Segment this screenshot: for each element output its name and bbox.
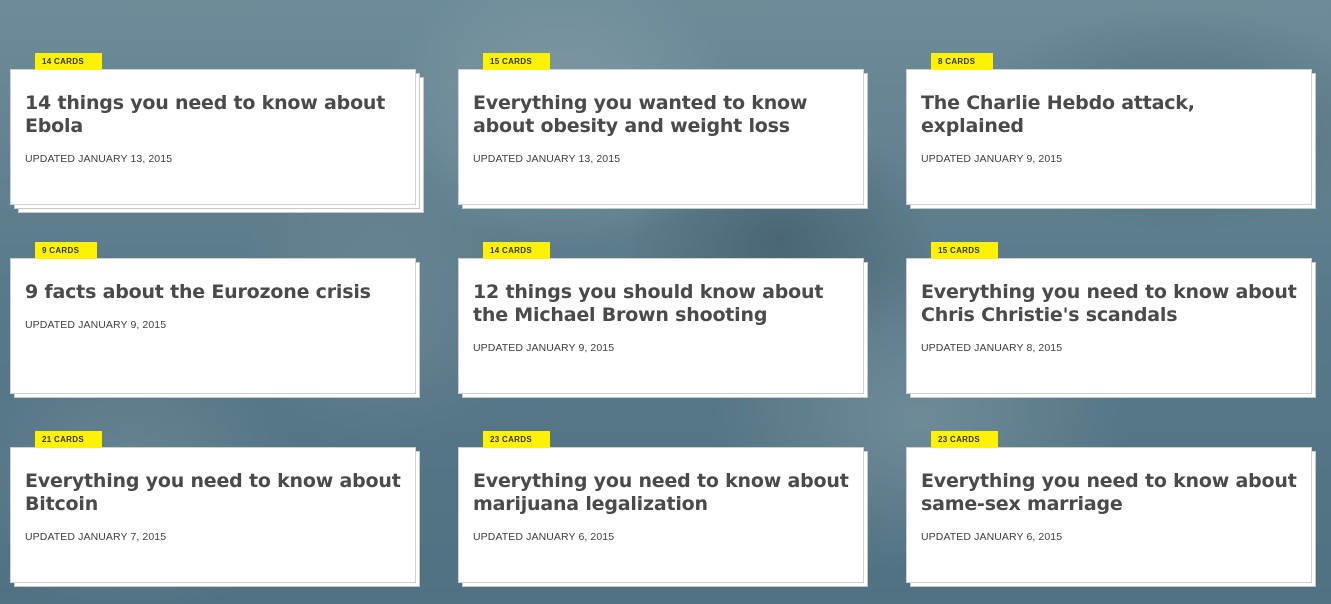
card-updated-date: UPDATED JANUARY 6, 2015 xyxy=(473,531,615,543)
card-count-badge: 8 CARDS xyxy=(931,53,994,70)
card-title[interactable]: Everything you need to know about Chris … xyxy=(921,281,1297,327)
card-updated-date: UPDATED JANUARY 6, 2015 xyxy=(921,531,1063,543)
card-title[interactable]: Everything you need to know about same-s… xyxy=(921,470,1297,516)
card-updated-date: UPDATED JANUARY 9, 2015 xyxy=(921,153,1063,165)
card-title[interactable]: Everything you need to know about Bitcoi… xyxy=(25,470,401,516)
card[interactable]: 8 CARDS The Charlie Hebdo attack, explai… xyxy=(906,53,1312,205)
card-stack-chris-christie[interactable]: 15 CARDS Everything you need to know abo… xyxy=(906,242,1316,398)
card-count-badge: 21 CARDS xyxy=(35,431,102,448)
card[interactable]: 23 CARDS Everything you need to know abo… xyxy=(458,431,864,583)
card-title[interactable]: 14 things you need to know about Ebola xyxy=(25,92,401,138)
card-updated-date: UPDATED JANUARY 13, 2015 xyxy=(25,153,173,165)
card-count-badge: 23 CARDS xyxy=(483,431,550,448)
card-title[interactable]: Everything you need to know about mariju… xyxy=(473,470,849,516)
card[interactable]: 21 CARDS Everything you need to know abo… xyxy=(10,431,416,583)
card-title[interactable]: The Charlie Hebdo attack, explained xyxy=(921,92,1297,138)
card-stack-eurozone[interactable]: 9 CARDS 9 facts about the Eurozone crisi… xyxy=(10,242,420,398)
card-updated-date: UPDATED JANUARY 9, 2015 xyxy=(25,319,167,331)
card[interactable]: 15 CARDS Everything you wanted to know a… xyxy=(458,53,864,205)
card-count-badge: 14 CARDS xyxy=(483,242,550,259)
card-stack-same-sex-marriage[interactable]: 23 CARDS Everything you need to know abo… xyxy=(906,431,1316,587)
card-stack-charlie-hebdo[interactable]: 8 CARDS The Charlie Hebdo attack, explai… xyxy=(906,53,1316,209)
card-updated-date: UPDATED JANUARY 13, 2015 xyxy=(473,153,621,165)
card-stack-bitcoin[interactable]: 21 CARDS Everything you need to know abo… xyxy=(10,431,420,587)
card-updated-date: UPDATED JANUARY 9, 2015 xyxy=(473,342,615,354)
card-count-badge: 15 CARDS xyxy=(483,53,550,70)
card[interactable]: 9 CARDS 9 facts about the Eurozone crisi… xyxy=(10,242,416,394)
card-stack-marijuana[interactable]: 23 CARDS Everything you need to know abo… xyxy=(458,431,868,587)
card[interactable]: 15 CARDS Everything you need to know abo… xyxy=(906,242,1312,394)
card[interactable]: 23 CARDS Everything you need to know abo… xyxy=(906,431,1312,583)
card-count-badge: 15 CARDS xyxy=(931,242,998,259)
card-count-badge: 23 CARDS xyxy=(931,431,998,448)
card-stack-ebola[interactable]: 14 CARDS 14 things you need to know abou… xyxy=(10,53,424,213)
card-stack-michael-brown[interactable]: 14 CARDS 12 things you should know about… xyxy=(458,242,868,398)
card-updated-date: UPDATED JANUARY 8, 2015 xyxy=(921,342,1063,354)
card[interactable]: 14 CARDS 14 things you need to know abou… xyxy=(10,53,416,205)
card-title[interactable]: 12 things you should know about the Mich… xyxy=(473,281,849,327)
card-count-badge: 14 CARDS xyxy=(35,53,102,70)
card-count-badge: 9 CARDS xyxy=(35,242,98,259)
card-title[interactable]: 9 facts about the Eurozone crisis xyxy=(25,281,401,304)
card-updated-date: UPDATED JANUARY 7, 2015 xyxy=(25,531,167,543)
card-stack-grid: 14 CARDS 14 things you need to know abou… xyxy=(0,0,1331,604)
card[interactable]: 14 CARDS 12 things you should know about… xyxy=(458,242,864,394)
card-title[interactable]: Everything you wanted to know about obes… xyxy=(473,92,849,138)
card-stack-obesity[interactable]: 15 CARDS Everything you wanted to know a… xyxy=(458,53,868,209)
